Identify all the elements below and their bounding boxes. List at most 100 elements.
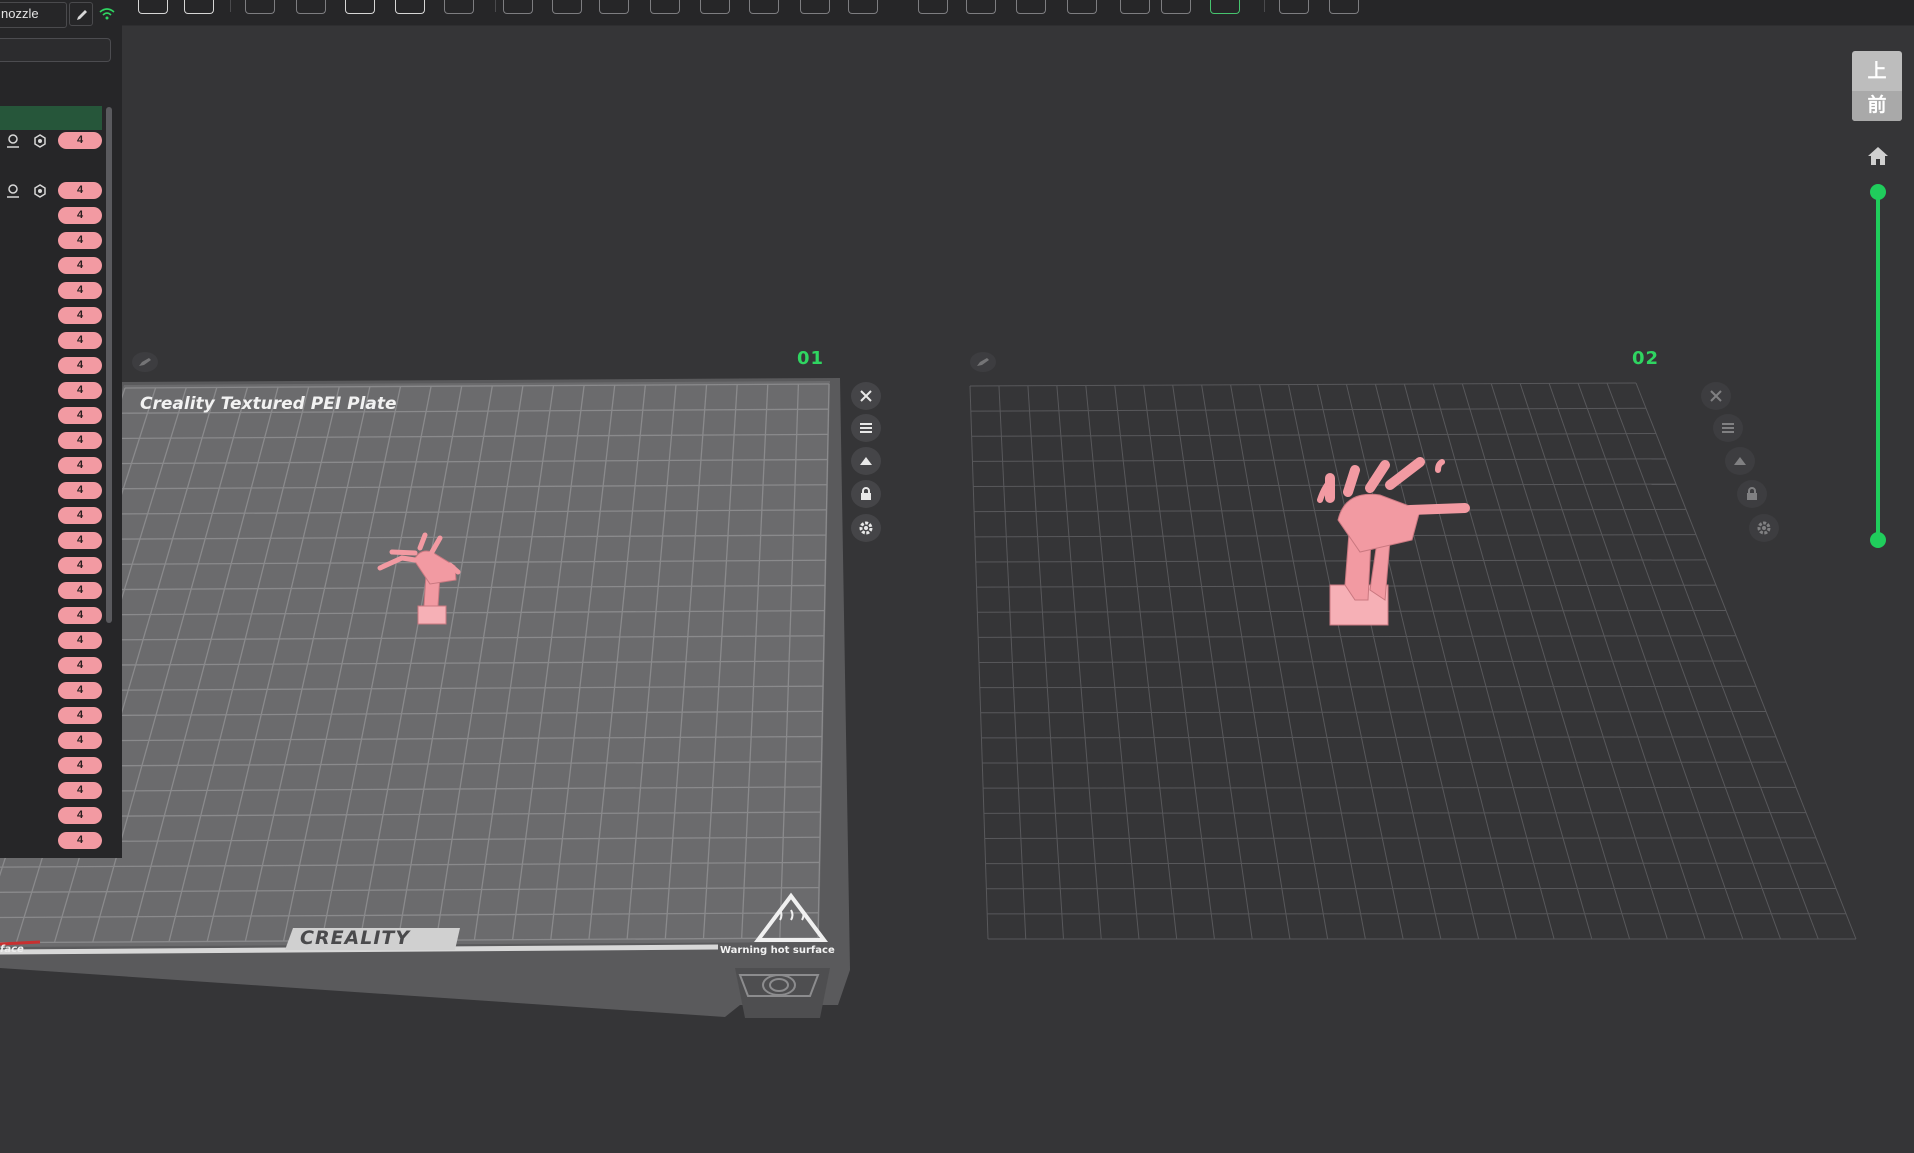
home-icon[interactable] bbox=[1866, 145, 1890, 167]
split-icon[interactable] bbox=[503, 0, 533, 14]
visibility-icon[interactable] bbox=[32, 133, 48, 149]
filament-badge[interactable]: 4 bbox=[58, 257, 102, 274]
filament-badge[interactable]: 4 bbox=[58, 657, 102, 674]
view-cube[interactable]: 上 前 bbox=[1852, 51, 1902, 121]
plate-2-lock-button[interactable] bbox=[1737, 480, 1767, 508]
auto-orient-icon[interactable] bbox=[345, 0, 375, 14]
brim-icon[interactable] bbox=[1016, 0, 1046, 14]
toolbar-separator bbox=[230, 0, 231, 12]
3d-viewport[interactable] bbox=[0, 0, 1914, 1153]
gear-icon bbox=[859, 521, 873, 535]
filament-badge[interactable]: 4 bbox=[58, 182, 102, 199]
gear-icon bbox=[1757, 521, 1771, 535]
plate-1-auto-orient-button[interactable] bbox=[851, 447, 881, 475]
rotate-icon[interactable] bbox=[749, 0, 779, 14]
plate-2-settings-button[interactable] bbox=[1749, 514, 1779, 542]
toolbar-separator bbox=[1264, 0, 1265, 12]
filament-badge[interactable]: 4 bbox=[58, 507, 102, 524]
fuzzy-icon[interactable] bbox=[1120, 0, 1150, 14]
filament-badge[interactable]: 4 bbox=[58, 382, 102, 399]
filament-badge[interactable]: 4 bbox=[58, 282, 102, 299]
auto-orient-icon bbox=[860, 457, 872, 465]
layer-slider-bottom-handle[interactable] bbox=[1870, 532, 1886, 548]
filament-badge[interactable]: 4 bbox=[58, 707, 102, 724]
text-icon[interactable] bbox=[1210, 0, 1240, 14]
filament-badge[interactable]: 4 bbox=[58, 782, 102, 799]
layer-slider[interactable] bbox=[1876, 192, 1880, 540]
filament-badge[interactable]: 4 bbox=[58, 632, 102, 649]
cut-icon[interactable] bbox=[650, 0, 680, 14]
top-toolbar bbox=[0, 0, 1914, 26]
filament-badge[interactable]: 4 bbox=[58, 432, 102, 449]
move-icon[interactable] bbox=[700, 0, 730, 14]
filament-badge[interactable]: 4 bbox=[58, 532, 102, 549]
scale-icon[interactable] bbox=[800, 0, 830, 14]
plate-2-close-button[interactable] bbox=[1701, 382, 1731, 410]
surface-text: face bbox=[0, 944, 24, 955]
filament-badge[interactable]: 4 bbox=[58, 557, 102, 574]
filament-badge[interactable]: 4 bbox=[58, 307, 102, 324]
filament-badge[interactable]: 4 bbox=[58, 232, 102, 249]
support-icon[interactable] bbox=[848, 0, 878, 14]
hot-surface-warning: Warning hot surface bbox=[720, 945, 835, 956]
nozzle-row: nozzle bbox=[0, 0, 122, 28]
cube-view-icon[interactable] bbox=[138, 0, 168, 14]
plate-1-number[interactable]: 01 bbox=[797, 348, 824, 369]
seam-icon[interactable] bbox=[918, 0, 948, 14]
object-list-panel: nozzle 4 4 4 4 4 4 4 4 4 4 4 4 4 4 4 4 4 4 4 4 4 4 4 4 4 4 4 4 bbox=[0, 0, 122, 858]
nozzle-label: nozzle bbox=[1, 6, 39, 21]
filament-badge[interactable]: 4 bbox=[58, 332, 102, 349]
color-paint-icon[interactable] bbox=[1067, 0, 1097, 14]
layer-slider-top-handle[interactable] bbox=[1870, 184, 1886, 200]
plate-1-type-label: Creality Textured PEI Plate bbox=[140, 394, 397, 414]
search-input[interactable] bbox=[0, 38, 111, 62]
plate-2-number[interactable]: 02 bbox=[1632, 348, 1659, 369]
lay-on-face-icon[interactable] bbox=[444, 0, 474, 14]
view-top-face[interactable]: 上 bbox=[1852, 56, 1902, 83]
filament-badge[interactable]: 4 bbox=[58, 457, 102, 474]
pencil-icon bbox=[139, 358, 151, 366]
shop-icon[interactable] bbox=[1329, 0, 1359, 14]
measure-icon[interactable] bbox=[599, 0, 629, 14]
variable-layer-icon[interactable] bbox=[966, 0, 996, 14]
view-front-face[interactable]: 前 bbox=[1852, 91, 1902, 121]
object-icon[interactable] bbox=[5, 183, 21, 199]
filament-badge[interactable]: 4 bbox=[58, 682, 102, 699]
hand-model-2 bbox=[1317, 457, 1470, 626]
filament-badge[interactable]: 4 bbox=[58, 807, 102, 824]
grid-icon[interactable] bbox=[184, 0, 214, 14]
object-icon[interactable] bbox=[5, 133, 21, 149]
plate-1-rename-button[interactable] bbox=[132, 352, 158, 372]
wifi-icon[interactable] bbox=[99, 6, 115, 20]
filament-badge[interactable]: 4 bbox=[58, 357, 102, 374]
plate-2-rename-button[interactable] bbox=[970, 352, 996, 372]
export-icon[interactable] bbox=[1279, 0, 1309, 14]
plate-1-settings-button[interactable] bbox=[851, 514, 881, 542]
filament-badge[interactable]: 4 bbox=[58, 832, 102, 849]
connectors-icon[interactable] bbox=[1161, 0, 1191, 14]
filament-badge[interactable]: 4 bbox=[58, 207, 102, 224]
plate-2-arrange-button[interactable] bbox=[1713, 414, 1743, 442]
add-object-icon[interactable] bbox=[245, 0, 275, 14]
plate-1-arrange-button[interactable] bbox=[851, 414, 881, 442]
creality-logo: CREALITY bbox=[300, 927, 411, 949]
filament-badge[interactable]: 4 bbox=[58, 732, 102, 749]
shield-icon[interactable] bbox=[296, 0, 326, 14]
visibility-icon[interactable] bbox=[32, 183, 48, 199]
split-parts-icon[interactable] bbox=[552, 0, 582, 14]
scrollbar[interactable] bbox=[106, 107, 112, 623]
filament-badge[interactable]: 4 bbox=[58, 482, 102, 499]
plate-1-close-button[interactable] bbox=[851, 382, 881, 410]
selected-plate-header[interactable] bbox=[0, 106, 102, 130]
filament-badge[interactable]: 4 bbox=[58, 132, 102, 149]
toolbar-separator bbox=[495, 0, 496, 12]
plate-2-auto-orient-button[interactable] bbox=[1725, 447, 1755, 475]
arrange-icon[interactable] bbox=[395, 0, 425, 14]
edit-pencil-button[interactable] bbox=[69, 2, 93, 26]
filament-badge[interactable]: 4 bbox=[58, 407, 102, 424]
filament-badge[interactable]: 4 bbox=[58, 582, 102, 599]
filament-badge[interactable]: 4 bbox=[58, 607, 102, 624]
plate-1-lock-button[interactable] bbox=[851, 480, 881, 508]
list-icon bbox=[1722, 423, 1734, 433]
filament-badge[interactable]: 4 bbox=[58, 757, 102, 774]
